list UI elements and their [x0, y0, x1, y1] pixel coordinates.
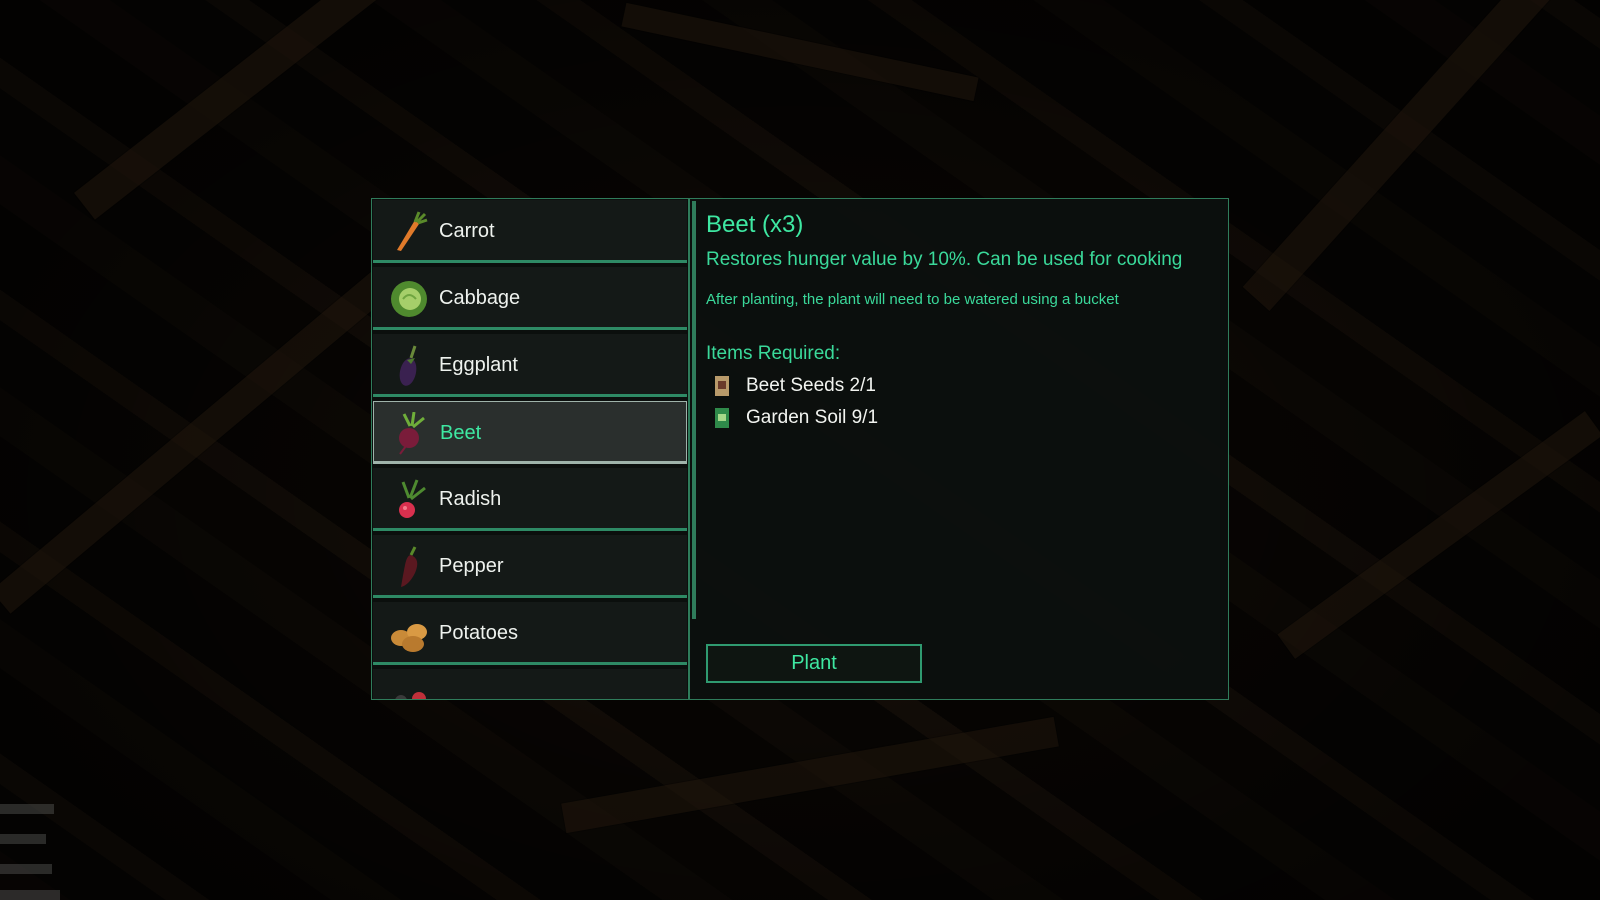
- crop-label: Eggplant: [439, 354, 518, 376]
- scrollbar-thumb[interactable]: [692, 201, 696, 619]
- seed-packet-icon: [715, 376, 729, 396]
- crop-item-partial[interactable]: [373, 669, 687, 699]
- soil-bag-icon: [715, 408, 729, 428]
- berries-icon: [395, 692, 426, 699]
- eggplant-icon: [399, 345, 417, 386]
- potatoes-icon: [391, 624, 427, 652]
- crop-item-beet[interactable]: Beet: [373, 401, 687, 464]
- crop-label: Pepper: [439, 555, 504, 577]
- crop-item-potatoes[interactable]: Potatoes: [373, 602, 687, 665]
- crop-list-scrollbar[interactable]: [691, 201, 697, 699]
- crop-item-cabbage[interactable]: Cabbage: [373, 267, 687, 330]
- detail-panel: Beet (x3) Restores hunger value by 10%. …: [706, 199, 1226, 699]
- detail-title: Beet (x3): [706, 211, 804, 238]
- crop-label: Cabbage: [439, 287, 521, 309]
- crop-item-radish[interactable]: Radish: [373, 468, 687, 531]
- requirement-label: Garden Soil 9/1: [746, 407, 879, 428]
- hud-bar: [0, 864, 52, 874]
- plant-dialog: Carrot Cabbage Eggplant Beet Radish Pepp…: [371, 198, 1229, 700]
- crop-label: Potatoes: [439, 622, 518, 644]
- plant-button[interactable]: Plant: [706, 644, 922, 683]
- radish-icon: [399, 479, 426, 518]
- pepper-icon: [401, 546, 418, 587]
- hud-bar: [0, 890, 60, 900]
- crop-label: Radish: [439, 488, 502, 510]
- crop-label: Beet: [440, 422, 482, 444]
- cabbage-icon: [391, 281, 427, 317]
- hud-bar: [0, 834, 46, 844]
- detail-note: After planting, the plant will need to b…: [706, 291, 1119, 308]
- crop-item-eggplant[interactable]: Eggplant: [373, 334, 687, 397]
- detail-description: Restores hunger value by 10%. Can be use…: [706, 249, 1183, 270]
- crop-label: Carrot: [439, 220, 495, 242]
- beet-icon: [399, 412, 425, 455]
- requirement-label: Beet Seeds 2/1: [746, 375, 876, 396]
- carrot-icon: [397, 211, 428, 251]
- requirements-heading: Items Required:: [706, 343, 841, 364]
- crop-item-pepper[interactable]: Pepper: [373, 535, 687, 598]
- crop-item-carrot[interactable]: Carrot: [373, 200, 687, 263]
- crop-list: Carrot Cabbage Eggplant Beet Radish Pepp…: [372, 199, 690, 699]
- hud-bar: [0, 804, 54, 814]
